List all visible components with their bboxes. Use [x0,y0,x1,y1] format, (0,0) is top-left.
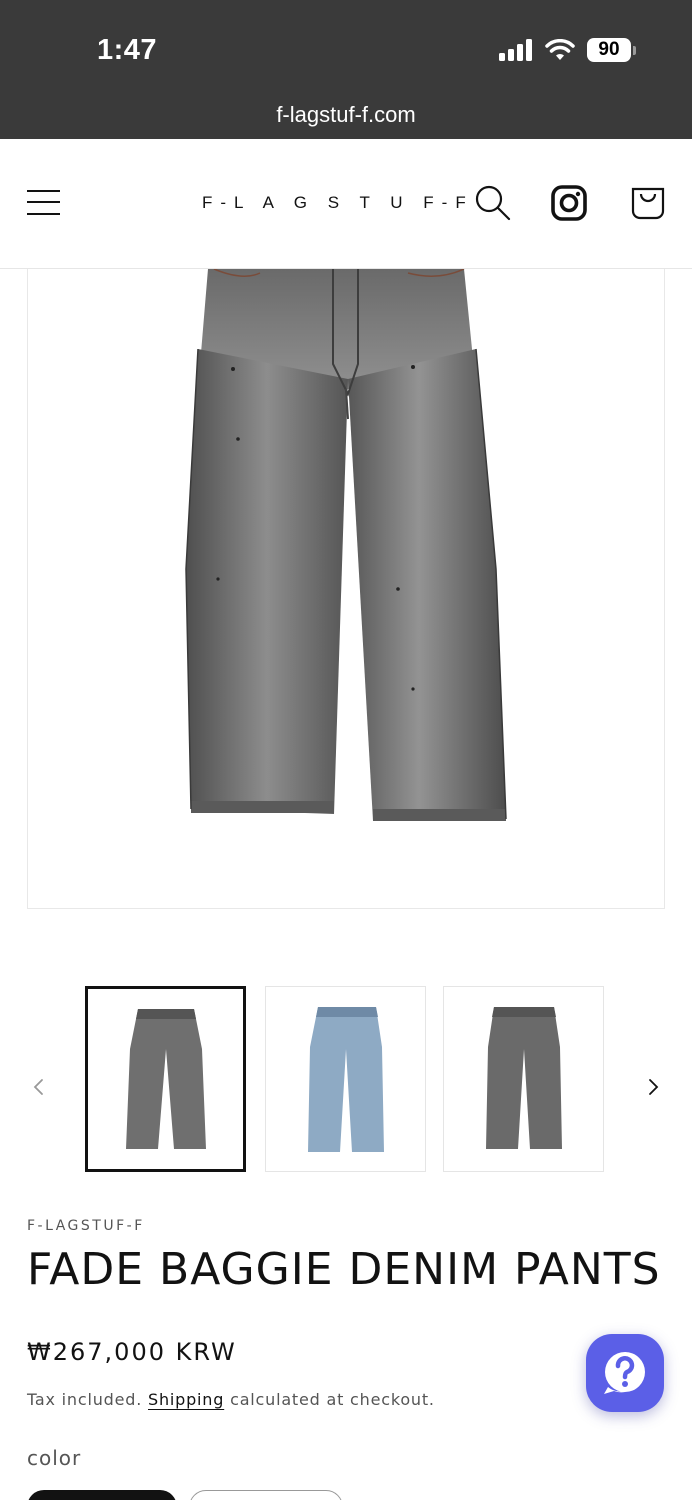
status-time: 1:47 [97,34,158,66]
product-vendor: F-LAGSTUF-F [27,1218,145,1234]
thumbnail-light-blue[interactable] [265,986,426,1172]
wifi-icon [545,39,575,60]
chevron-left-icon[interactable] [24,1072,54,1102]
help-chat-icon [604,1352,645,1394]
product-main-image[interactable] [27,269,665,909]
tax-note: Tax included. Shipping calculated at che… [27,1390,435,1409]
thumbnail-gray-fade[interactable] [85,986,246,1172]
shipping-link[interactable]: Shipping [148,1390,224,1409]
thumbnail-gray-back[interactable] [443,986,604,1172]
menu-icon[interactable] [27,187,61,219]
chevron-right-icon[interactable] [638,1072,668,1102]
product-price: ₩267,000 KRW [27,1338,237,1366]
battery-level: 90 [587,38,631,62]
site-header: F-L A G S T U F-F [0,139,692,269]
battery-icon: 90 [587,38,636,62]
chat-help-button[interactable] [586,1334,664,1412]
browser-top-bar: 1:47 90 f-lagstuf-f.com [0,0,692,139]
status-icons: 90 [499,38,636,62]
address-bar-url[interactable]: f-lagstuf-f.com [0,102,692,128]
instagram-icon[interactable] [551,185,587,221]
thumbnail-image [486,1007,562,1149]
color-option-selected[interactable] [27,1490,177,1500]
tax-prefix: Tax included. [27,1390,143,1409]
thumbnail-image [126,1009,206,1149]
cart-icon[interactable] [630,185,666,221]
thumbnail-image [308,1007,384,1152]
search-icon[interactable] [474,183,512,223]
signal-icon [499,39,532,61]
color-option-label: color [27,1446,82,1470]
product-title: FADE BAGGIE DENIM PANTS [27,1244,661,1295]
color-option-other[interactable] [189,1490,343,1500]
tax-suffix: calculated at checkout. [230,1390,435,1409]
site-logo[interactable]: F-L A G S T U F-F [202,193,474,213]
denim-pants-image [185,269,507,821]
